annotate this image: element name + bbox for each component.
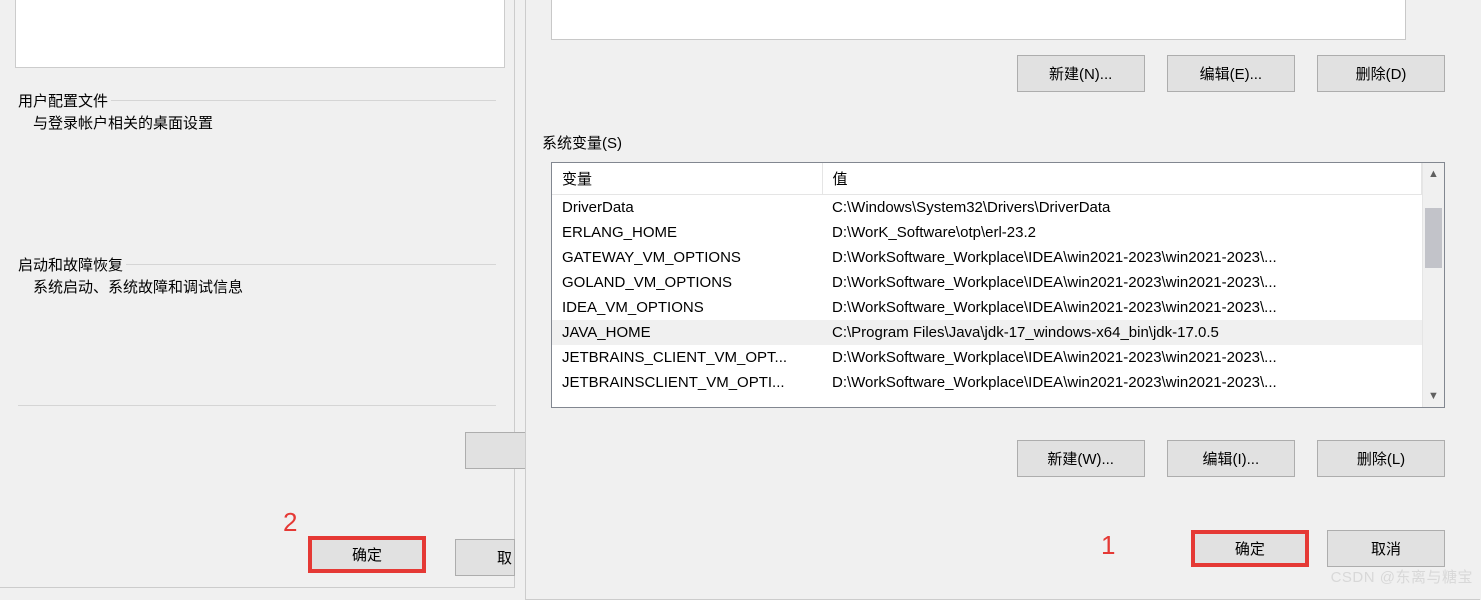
system-properties-dialog: 用户配置文件 与登录帐户相关的桌面设置 启动和故障恢复 系统启动、系统故障和调试… bbox=[0, 0, 515, 588]
table-row[interactable]: JETBRAINS_CLIENT_VM_OPT...D:\WorkSoftwar… bbox=[552, 345, 1422, 370]
table-row[interactable]: GATEWAY_VM_OPTIONSD:\WorkSoftware_Workpl… bbox=[552, 245, 1422, 270]
table-row[interactable]: JETBRAINSCLIENT_VM_OPTI...D:\WorkSoftwar… bbox=[552, 370, 1422, 395]
column-header-value[interactable]: 值 bbox=[822, 163, 1422, 195]
user-variables-buttons: 新建(N)... 编辑(E)... 删除(D) bbox=[999, 55, 1445, 92]
new-user-var-button[interactable]: 新建(N)... bbox=[1017, 55, 1145, 92]
annotation-label-2: 2 bbox=[283, 507, 297, 538]
ok-button[interactable]: 确定 bbox=[308, 536, 426, 573]
variable-value-cell: D:\WorK_Software\otp\erl-23.2 bbox=[822, 220, 1422, 245]
variable-value-cell: D:\WorkSoftware_Workplace\IDEA\win2021-2… bbox=[822, 295, 1422, 320]
vertical-scrollbar[interactable]: ▲ ▼ bbox=[1422, 163, 1444, 407]
variable-name-cell: GATEWAY_VM_OPTIONS bbox=[552, 245, 822, 270]
watermark: CSDN @东离与糖宝 bbox=[1331, 566, 1473, 587]
variable-value-cell: D:\WorkSoftware_Workplace\IDEA\win2021-2… bbox=[822, 370, 1422, 395]
annotation-label-1: 1 bbox=[1101, 530, 1115, 561]
variable-name-cell: JETBRAINS_CLIENT_VM_OPT... bbox=[552, 345, 822, 370]
cancel-button-partial[interactable]: 取 bbox=[455, 539, 515, 576]
edit-user-var-button[interactable]: 编辑(E)... bbox=[1167, 55, 1295, 92]
startup-recovery-fieldset: 启动和故障恢复 系统启动、系统故障和调试信息 bbox=[18, 254, 496, 313]
new-sys-var-button[interactable]: 新建(W)... bbox=[1017, 440, 1145, 477]
user-variables-panel bbox=[551, 0, 1406, 40]
startup-recovery-legend: 启动和故障恢复 bbox=[15, 254, 126, 275]
table-row[interactable]: DriverDataC:\Windows\System32\Drivers\Dr… bbox=[552, 195, 1422, 221]
system-variables-listbox[interactable]: 变量 值 DriverDataC:\Windows\System32\Drive… bbox=[551, 162, 1445, 408]
left-dialog-footer: 确定 取 bbox=[0, 533, 514, 588]
delete-sys-var-button[interactable]: 删除(L) bbox=[1317, 440, 1445, 477]
variable-name-cell: IDEA_VM_OPTIONS bbox=[552, 295, 822, 320]
system-variables-label: 系统变量(S) bbox=[542, 132, 622, 153]
variable-value-cell: C:\Program Files\Java\jdk-17_windows-x64… bbox=[822, 320, 1422, 345]
variable-name-cell: DriverData bbox=[552, 195, 822, 221]
delete-user-var-button[interactable]: 删除(D) bbox=[1317, 55, 1445, 92]
scroll-thumb[interactable] bbox=[1425, 208, 1442, 268]
cancel-button[interactable]: 取消 bbox=[1327, 530, 1445, 567]
system-variables-buttons: 新建(W)... 编辑(I)... 删除(L) bbox=[999, 440, 1445, 477]
variable-value-cell: D:\WorkSoftware_Workplace\IDEA\win2021-2… bbox=[822, 245, 1422, 270]
variable-name-cell: GOLAND_VM_OPTIONS bbox=[552, 270, 822, 295]
environment-variables-dialog: 新建(N)... 编辑(E)... 删除(D) 系统变量(S) 变量 值 Dri… bbox=[525, 0, 1480, 600]
right-dialog-footer: 确定 取消 bbox=[1191, 530, 1445, 567]
table-row[interactable]: JAVA_HOMEC:\Program Files\Java\jdk-17_wi… bbox=[552, 320, 1422, 345]
bottom-divider bbox=[18, 405, 496, 406]
scroll-up-icon[interactable]: ▲ bbox=[1423, 163, 1444, 185]
variable-value-cell: D:\WorkSoftware_Workplace\IDEA\win2021-2… bbox=[822, 270, 1422, 295]
table-row[interactable]: IDEA_VM_OPTIONSD:\WorkSoftware_Workplace… bbox=[552, 295, 1422, 320]
scroll-down-icon[interactable]: ▼ bbox=[1423, 385, 1444, 407]
variable-value-cell: D:\WorkSoftware_Workplace\IDEA\win2021-2… bbox=[822, 345, 1422, 370]
table-row[interactable]: ERLANG_HOMED:\WorK_Software\otp\erl-23.2 bbox=[552, 220, 1422, 245]
variable-name-cell: JETBRAINSCLIENT_VM_OPTI... bbox=[552, 370, 822, 395]
edit-sys-var-button[interactable]: 编辑(I)... bbox=[1167, 440, 1295, 477]
table-row[interactable]: GOLAND_VM_OPTIONSD:\WorkSoftware_Workpla… bbox=[552, 270, 1422, 295]
ok-button[interactable]: 确定 bbox=[1191, 530, 1309, 567]
variable-name-cell: JAVA_HOME bbox=[552, 320, 822, 345]
column-header-variable[interactable]: 变量 bbox=[552, 163, 822, 195]
user-profile-fieldset: 用户配置文件 与登录帐户相关的桌面设置 bbox=[18, 90, 496, 149]
user-profile-legend: 用户配置文件 bbox=[15, 90, 111, 111]
user-profile-description: 与登录帐户相关的桌面设置 bbox=[23, 112, 491, 133]
variable-name-cell: ERLANG_HOME bbox=[552, 220, 822, 245]
variable-value-cell: C:\Windows\System32\Drivers\DriverData bbox=[822, 195, 1422, 221]
startup-recovery-description: 系统启动、系统故障和调试信息 bbox=[23, 276, 491, 297]
performance-panel bbox=[15, 0, 505, 68]
